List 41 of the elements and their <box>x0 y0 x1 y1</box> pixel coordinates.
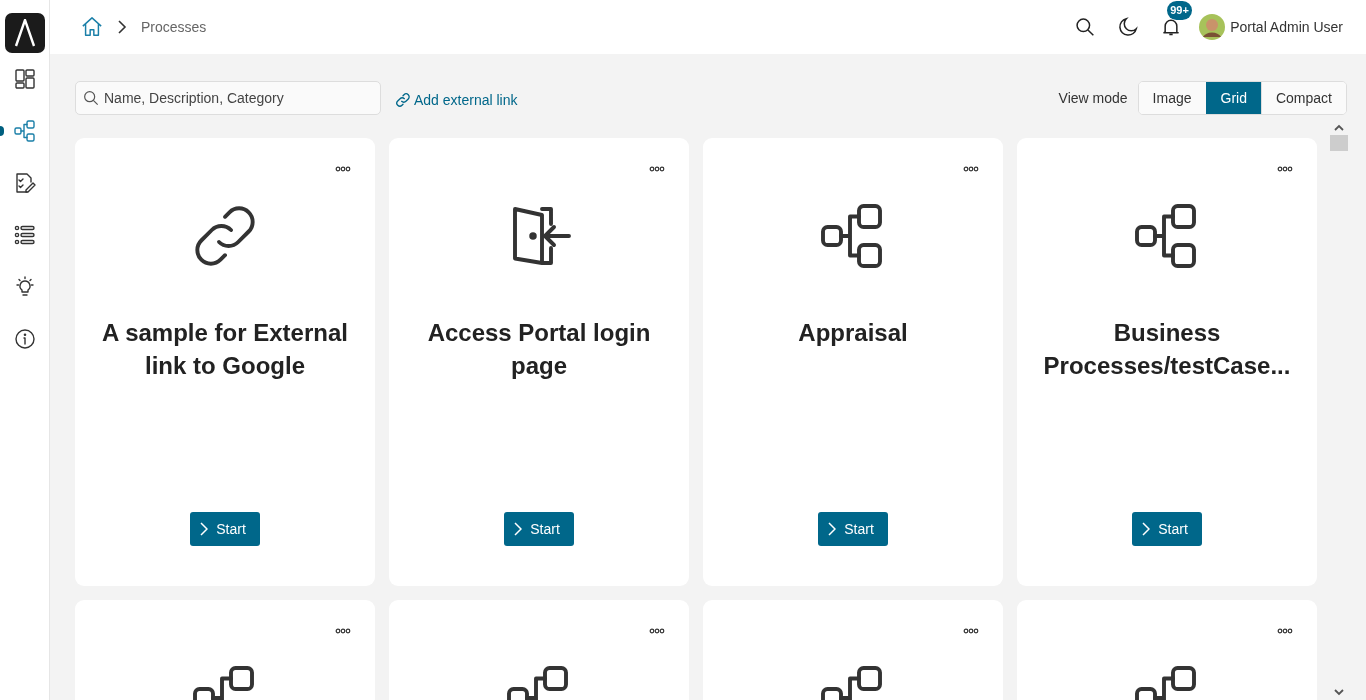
add-external-link[interactable]: Add external link <box>395 92 518 108</box>
start-button[interactable]: Start <box>1132 512 1202 546</box>
process-title: A sample for External link to Google <box>101 318 349 381</box>
chevron-icon <box>1142 522 1151 536</box>
dashboard-icon <box>12 67 37 91</box>
scroll-down-icon[interactable] <box>1334 688 1344 696</box>
process-title: Business Processes/testCase... <box>1042 318 1292 381</box>
chevron-icon <box>514 522 523 536</box>
list-icon <box>12 223 37 247</box>
home-icon[interactable] <box>81 16 103 38</box>
view-mode-label: View mode <box>1058 90 1128 106</box>
more-button[interactable] <box>963 628 979 634</box>
chevron-icon <box>117 20 127 34</box>
start-button[interactable]: Start <box>818 512 888 546</box>
process-title: Access Portal login page <box>426 318 652 381</box>
chevron-icon <box>828 522 837 536</box>
more-button[interactable] <box>335 628 351 634</box>
chevron-icon <box>200 522 209 536</box>
more-button[interactable] <box>649 166 665 172</box>
view-mode-tab[interactable]: Grid <box>1205 82 1261 114</box>
more-button[interactable] <box>1277 166 1293 172</box>
scroll-up-icon[interactable] <box>1334 124 1344 132</box>
user-menu[interactable]: Portal Admin User <box>1199 14 1343 40</box>
more-button[interactable] <box>963 166 979 172</box>
info-icon <box>12 327 37 351</box>
link-icon <box>395 92 411 108</box>
start-button[interactable]: Start <box>190 512 260 546</box>
avatar-icon <box>1199 14 1226 40</box>
view-mode-tab[interactable]: Compact <box>1260 82 1346 114</box>
more-button[interactable] <box>1277 628 1293 634</box>
scrollbar-thumb[interactable] <box>1330 135 1348 151</box>
start-button[interactable]: Start <box>504 512 574 546</box>
app-logo[interactable] <box>4 13 45 53</box>
notification-badge: 99+ <box>1167 1 1192 20</box>
more-button[interactable] <box>335 166 351 172</box>
more-button[interactable] <box>649 628 665 634</box>
breadcrumb-current: Processes <box>141 19 207 35</box>
process-title: Appraisal <box>798 318 908 348</box>
dark-mode-button[interactable] <box>1116 15 1141 39</box>
search-field[interactable]: Name, Description, Category <box>75 81 381 115</box>
flowchart-icon <box>12 119 37 143</box>
